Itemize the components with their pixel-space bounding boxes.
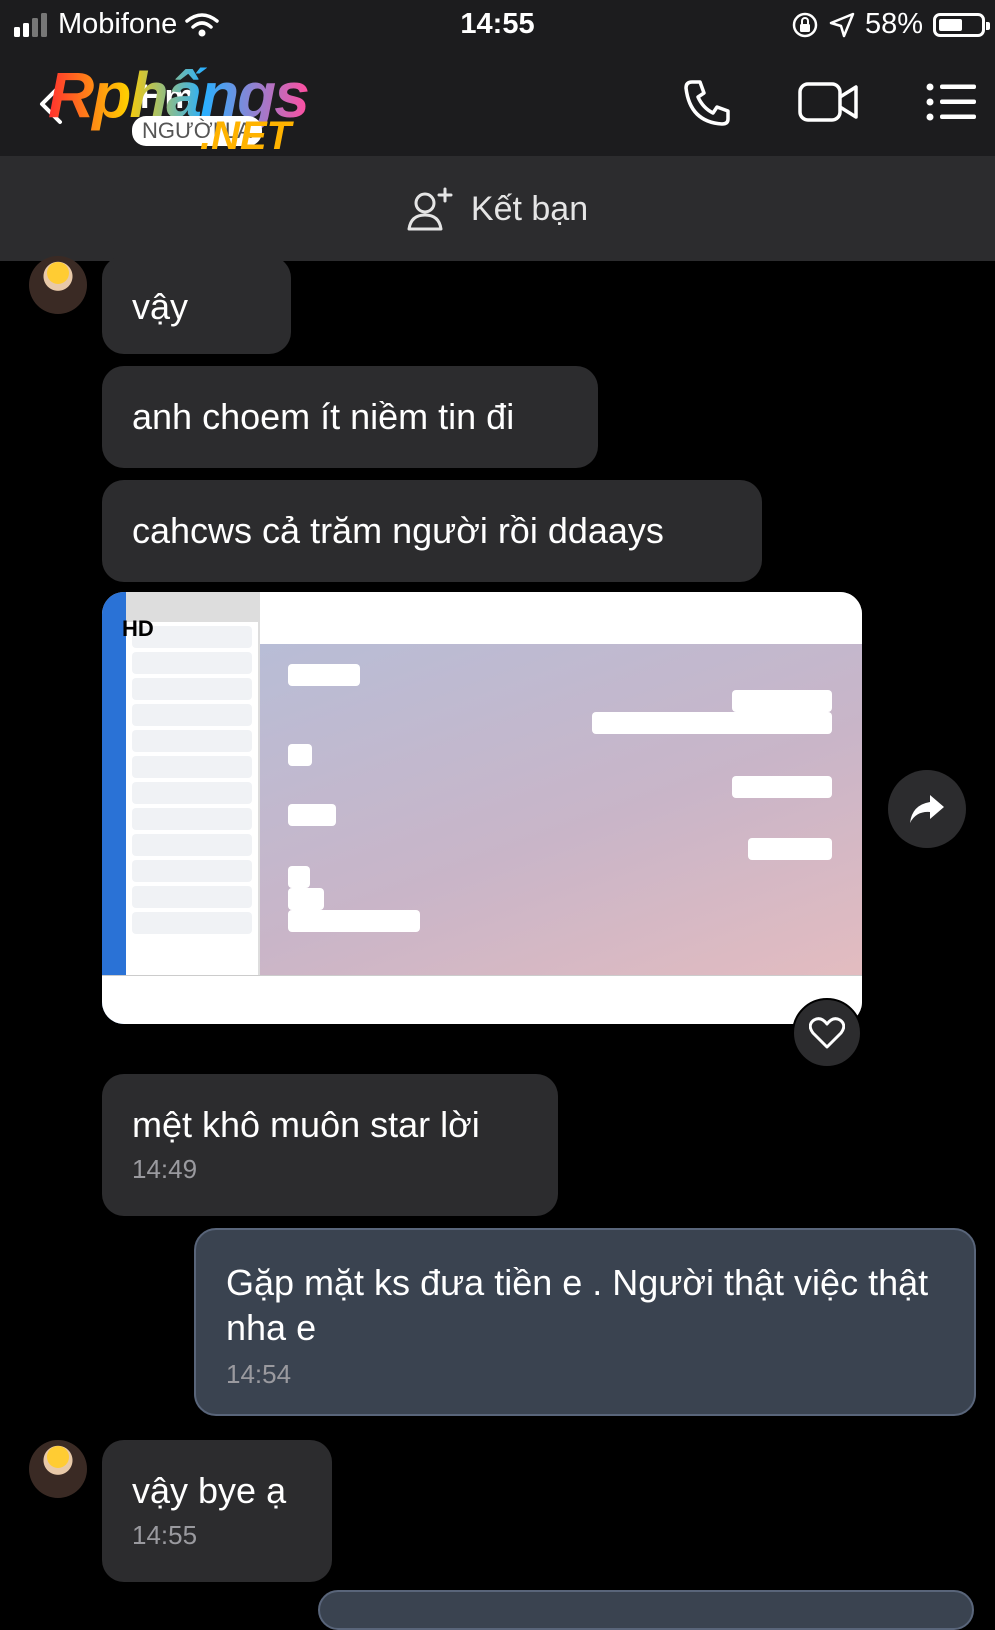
watermark-logo: Rphấngs NGƯỜI LẠ .NET	[48, 58, 348, 158]
logo-net-text: .NET	[200, 114, 292, 158]
location-icon	[829, 12, 855, 37]
message-text: mệt khô muôn star lời	[132, 1104, 480, 1145]
status-right: 58%	[791, 8, 990, 41]
rotation-lock-icon	[792, 12, 818, 37]
message-text: Gặp mặt ks đưa tiền e . Người thật việc …	[226, 1262, 929, 1348]
battery-percent: 58%	[864, 8, 923, 40]
like-button[interactable]	[792, 998, 862, 1068]
menu-icon[interactable]	[926, 82, 976, 122]
message-text: vậy bye ạ	[132, 1470, 287, 1511]
message-time: 14:55	[132, 1520, 198, 1550]
message-bubble[interactable]: vậy	[102, 256, 291, 354]
add-friend-label: Kết bạn	[470, 189, 589, 228]
message-text: vậy	[132, 286, 189, 327]
hd-badge: HD	[122, 616, 154, 641]
status-bar: Mobifone 14:55 58%	[0, 0, 995, 52]
screenshot-sidebar	[102, 592, 126, 1024]
message-text: anh choem ít niềm tin đi	[132, 396, 515, 437]
share-button[interactable]	[888, 770, 966, 848]
screenshot-chat-area	[260, 644, 862, 976]
message-time: 14:54	[226, 1359, 292, 1389]
message-time: 14:49	[132, 1154, 198, 1184]
video-call-icon[interactable]	[798, 80, 860, 124]
add-friend-bar[interactable]: Kết bạn	[0, 157, 995, 261]
contact-avatar[interactable]	[29, 256, 87, 314]
add-friend-icon	[407, 187, 453, 231]
message-text: cahcws cả trăm người rồi ddaays	[132, 510, 664, 551]
message-bubble[interactable]: vậy bye ạ 14:55	[102, 1440, 332, 1582]
image-message[interactable]: HD	[102, 592, 862, 1024]
screenshot-input-area	[102, 975, 862, 1024]
chat-header: Hm Rphấngs NGƯỜI LẠ .NET	[0, 52, 995, 158]
screenshot-conversation-list	[126, 622, 258, 1002]
share-icon	[910, 795, 944, 823]
my-message-bubble[interactable]: Gặp mặt ks đưa tiền e . Người thật việc …	[194, 1228, 976, 1416]
screenshot-chat-header	[260, 592, 862, 644]
battery-icon	[933, 12, 990, 37]
contact-avatar[interactable]	[29, 1440, 87, 1498]
message-bubble[interactable]: mệt khô muôn star lời 14:49	[102, 1074, 558, 1216]
phone-icon[interactable]	[682, 78, 732, 128]
message-bubble[interactable]: anh choem ít niềm tin đi	[102, 366, 598, 468]
heart-icon	[809, 1017, 845, 1049]
message-bubble[interactable]: cahcws cả trăm người rồi ddaays	[102, 480, 762, 582]
my-message-bubble-partial[interactable]	[318, 1590, 974, 1630]
